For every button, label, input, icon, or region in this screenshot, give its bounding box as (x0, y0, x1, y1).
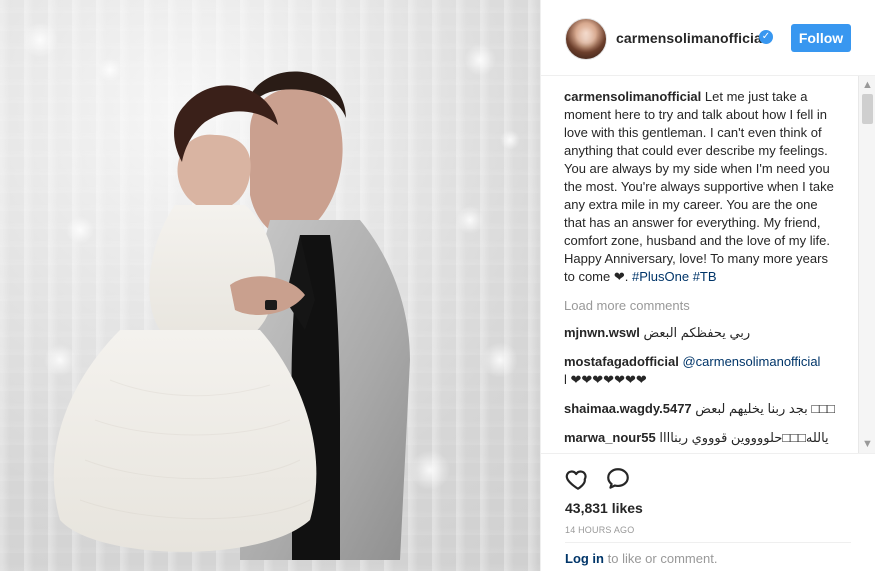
login-prompt: Log in to like or comment. (565, 551, 717, 566)
scroll-thumb[interactable] (862, 94, 873, 124)
hashtag-plusone[interactable]: #PlusOne (632, 269, 689, 284)
instagram-post: carmensolimanofficial ✓ Follow carmensol… (0, 0, 875, 571)
hashtag-tb[interactable]: #TB (693, 269, 717, 284)
post-header: carmensolimanofficial ✓ Follow (541, 0, 875, 76)
comment-text: ربي يحفظكم البعض (643, 325, 751, 340)
likes-count[interactable]: 43,831 likes (565, 500, 643, 516)
heart-outline-icon[interactable] (565, 466, 591, 492)
post-details-panel: carmensolimanofficial ✓ Follow carmensol… (540, 0, 875, 571)
post-timestamp: 14 HOURS AGO (565, 525, 635, 535)
caption-text: Let me just take a moment here to try an… (564, 89, 834, 284)
comment-text: □□□ بجد ربنا يخليهم لبعض (695, 401, 835, 416)
comment-item: shaimaa.wagdy.5477 □□□ بجد ربنا يخليهم ل… (564, 400, 835, 418)
comment-username[interactable]: mostafagadofficial (564, 354, 679, 369)
verified-badge-icon: ✓ (759, 30, 773, 44)
load-more-comments[interactable]: Load more comments (564, 298, 834, 313)
comment-mention[interactable]: @carmensolimanofficial (682, 354, 820, 369)
comment-item: mjnwn.wswl ربي يحفظكم البعض (564, 324, 834, 342)
login-prompt-rest: to like or comment. (604, 551, 718, 566)
post-actions: 43,831 likes 14 HOURS AGO Log in to like… (541, 454, 875, 571)
comments-scrollbar[interactable]: ▲ ▼ (858, 76, 875, 453)
comment-item: marwa_nour55 يالله□□□حلووووين قوووي ربنا… (564, 429, 834, 447)
caption-username[interactable]: carmensolimanofficial (564, 89, 701, 104)
comment-text: يالله□□□حلووووين قوووي ربناااا (659, 430, 829, 445)
follow-button[interactable]: Follow (791, 24, 851, 52)
comment-text: l ❤❤❤❤❤❤❤ (564, 372, 647, 387)
comments-list: carmensolimanofficial Let me just take a… (564, 88, 835, 447)
post-photo (0, 0, 540, 571)
scroll-up-icon[interactable]: ▲ (862, 80, 873, 91)
login-link[interactable]: Log in (565, 551, 604, 566)
comment-bubble-icon[interactable] (605, 466, 631, 492)
author-username[interactable]: carmensolimanofficial (616, 30, 766, 46)
scroll-down-icon[interactable]: ▼ (862, 439, 873, 450)
post-caption: carmensolimanofficial Let me just take a… (564, 88, 834, 286)
author-avatar[interactable] (565, 18, 607, 60)
divider (565, 542, 851, 543)
comment-username[interactable]: marwa_nour55 (564, 430, 656, 445)
comments-area: carmensolimanofficial Let me just take a… (541, 76, 875, 454)
couple (53, 71, 410, 560)
photo-illustration (22, 22, 520, 560)
comment-username[interactable]: mjnwn.wswl (564, 325, 640, 340)
comment-item: mostafagadofficial @carmensolimanofficia… (564, 353, 834, 389)
comment-username[interactable]: shaimaa.wagdy.5477 (564, 401, 692, 416)
